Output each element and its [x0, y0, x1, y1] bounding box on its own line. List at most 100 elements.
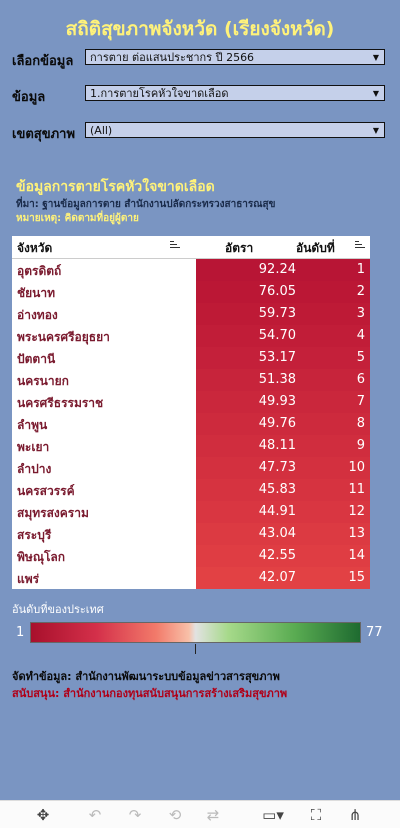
rank-value: 15	[306, 567, 370, 589]
section-title: ข้อมูลการตายโรคหัวใจขาดเลือด	[16, 179, 215, 195]
data-select-value: การตาย ต่อแสนประชากร ปี 2566	[90, 51, 255, 64]
share-icon[interactable]: ⋔	[345, 805, 365, 825]
table-row[interactable]: อุตรดิตถ์ 92.24 1	[12, 259, 370, 281]
refresh-icon[interactable]: ⇄	[203, 805, 223, 825]
filter-label-health-region: เขตสุขภาพ	[12, 127, 76, 142]
table-row[interactable]: อ่างทอง 59.73 3	[12, 303, 370, 325]
rate-value: 59.73	[196, 303, 306, 325]
table-row[interactable]: นครสวรรค์ 45.83 11	[12, 479, 370, 501]
header-rank[interactable]: อันดับที่	[296, 239, 335, 258]
province-name: ลำพูน	[17, 418, 48, 432]
revert-icon[interactable]: ⟲	[165, 805, 185, 825]
rank-value: 6	[306, 369, 370, 391]
fullscreen-icon[interactable]: ⛶	[306, 805, 326, 825]
province-name: อุตรดิตถ์	[17, 264, 62, 278]
rate-value: 53.17	[196, 347, 306, 369]
legend-min: 1	[16, 625, 25, 640]
credit-producer: จัดทำข้อมูล: สำนักงานพัฒนาระบบข้อมูลข่าว…	[12, 670, 280, 683]
rate-value: 49.76	[196, 413, 306, 435]
rank-value: 1	[306, 259, 370, 281]
province-name: สมุทรสงคราม	[17, 506, 89, 520]
table-row[interactable]: พระนครศรีอยุธยา 54.70 4	[12, 325, 370, 347]
rate-value: 92.24	[196, 259, 306, 281]
toolbar: ✥ ↶ ↷ ⟲ ⇄ ▭▾ ⛶ ⋔	[0, 800, 400, 828]
legend-max: 77	[366, 625, 383, 640]
data-select-dropdown[interactable]: การตาย ต่อแสนประชากร ปี 2566 ▼	[85, 49, 385, 65]
undo-icon[interactable]: ↶	[85, 805, 105, 825]
rank-value: 4	[306, 325, 370, 347]
province-name: นครศรีธรรมราช	[17, 396, 104, 410]
table-row[interactable]: สระบุรี 43.04 13	[12, 523, 370, 545]
rank-value: 9	[306, 435, 370, 457]
rank-value: 11	[306, 479, 370, 501]
chevron-down-icon: ▼	[372, 53, 379, 62]
rate-value: 42.55	[196, 545, 306, 567]
source-note: ที่มา: ฐานข้อมูลการตาย สำนักงานปลัดกระทร…	[16, 199, 276, 210]
download-icon[interactable]: ▭▾	[258, 805, 288, 825]
province-name: พิษณุโลก	[17, 550, 66, 564]
health-region-value: (All)	[90, 124, 113, 137]
province-name: พระนครศรีอยุธยา	[17, 330, 110, 344]
rate-value: 51.38	[196, 369, 306, 391]
province-table: จังหวัด อัตรา อันดับที่ อุตรดิตถ์ 92.24 1 ช…	[12, 236, 370, 589]
rank-value: 8	[306, 413, 370, 435]
rank-value: 5	[306, 347, 370, 369]
province-name: แพร่	[17, 572, 40, 586]
filter-label-data-select: เลือกข้อมูล	[12, 54, 74, 69]
health-region-dropdown[interactable]: (All) ▼	[85, 122, 385, 138]
province-name: ลำปาง	[17, 462, 52, 476]
chevron-down-icon: ▼	[372, 89, 379, 98]
province-name: ชัยนาท	[17, 286, 56, 300]
province-name: ปัตตานี	[17, 352, 56, 366]
credit-sponsor: สนับสนุน: สำนักงานกองทุนสนับสนุนการสร้าง…	[12, 687, 288, 700]
rank-value: 2	[306, 281, 370, 303]
chevron-down-icon: ▼	[372, 126, 379, 135]
data-value: 1.การตายโรคหัวใจขาดเลือด	[90, 87, 229, 100]
table-row[interactable]: พิษณุโลก 42.55 14	[12, 545, 370, 567]
rank-value: 12	[306, 501, 370, 523]
province-name: อ่างทอง	[17, 308, 58, 322]
province-name: สระบุรี	[17, 528, 52, 542]
rank-value: 3	[306, 303, 370, 325]
data-dropdown[interactable]: 1.การตายโรคหัวใจขาดเลือด ▼	[85, 85, 385, 101]
rate-value: 49.93	[196, 391, 306, 413]
province-name: นครนายก	[17, 374, 69, 388]
table-row[interactable]: ลำปาง 47.73 10	[12, 457, 370, 479]
rate-value: 44.91	[196, 501, 306, 523]
legend-marker	[195, 644, 196, 654]
table-row[interactable]: พะเยา 48.11 9	[12, 435, 370, 457]
table-row[interactable]: ปัตตานี 53.17 5	[12, 347, 370, 369]
rate-value: 76.05	[196, 281, 306, 303]
province-name: พะเยา	[17, 440, 50, 454]
rate-value: 42.07	[196, 567, 306, 589]
rank-value: 7	[306, 391, 370, 413]
filter-label-data: ข้อมูล	[12, 90, 46, 105]
table-row[interactable]: สมุทรสงคราม 44.91 12	[12, 501, 370, 523]
header-rate[interactable]: อัตรา	[225, 239, 253, 258]
table-row[interactable]: ลำพูน 49.76 8	[12, 413, 370, 435]
rate-value: 47.73	[196, 457, 306, 479]
table-body: อุตรดิตถ์ 92.24 1 ชัยนาท 76.05 2 อ่างทอง 59.73 3…	[12, 259, 370, 589]
redo-icon[interactable]: ↷	[125, 805, 145, 825]
rate-value: 43.04	[196, 523, 306, 545]
rank-color-scale	[30, 622, 361, 643]
header-province[interactable]: จังหวัด	[17, 239, 52, 258]
rate-value: 45.83	[196, 479, 306, 501]
remark-note: หมายเหตุ: คิดตามที่อยู่ผู้ตาย	[16, 213, 139, 224]
rank-value: 14	[306, 545, 370, 567]
page-title: สถิติสุขภาพจังหวัด (เรียงจังหวัด)	[65, 18, 335, 40]
sort-icon[interactable]	[170, 241, 180, 251]
table-header: จังหวัด อัตรา อันดับที่	[12, 236, 370, 259]
rank-value: 10	[306, 457, 370, 479]
table-row[interactable]: นครศรีธรรมราช 49.93 7	[12, 391, 370, 413]
sort-icon[interactable]	[355, 241, 365, 251]
rate-value: 54.70	[196, 325, 306, 347]
table-row[interactable]: นครนายก 51.38 6	[12, 369, 370, 391]
table-row[interactable]: ชัยนาท 76.05 2	[12, 281, 370, 303]
legend-label: อันดับที่ของประเทศ	[12, 603, 104, 616]
province-name: นครสวรรค์	[17, 484, 75, 498]
table-row[interactable]: แพร่ 42.07 15	[12, 567, 370, 589]
move-icon[interactable]: ✥	[33, 805, 53, 825]
rank-value: 13	[306, 523, 370, 545]
rate-value: 48.11	[196, 435, 306, 457]
